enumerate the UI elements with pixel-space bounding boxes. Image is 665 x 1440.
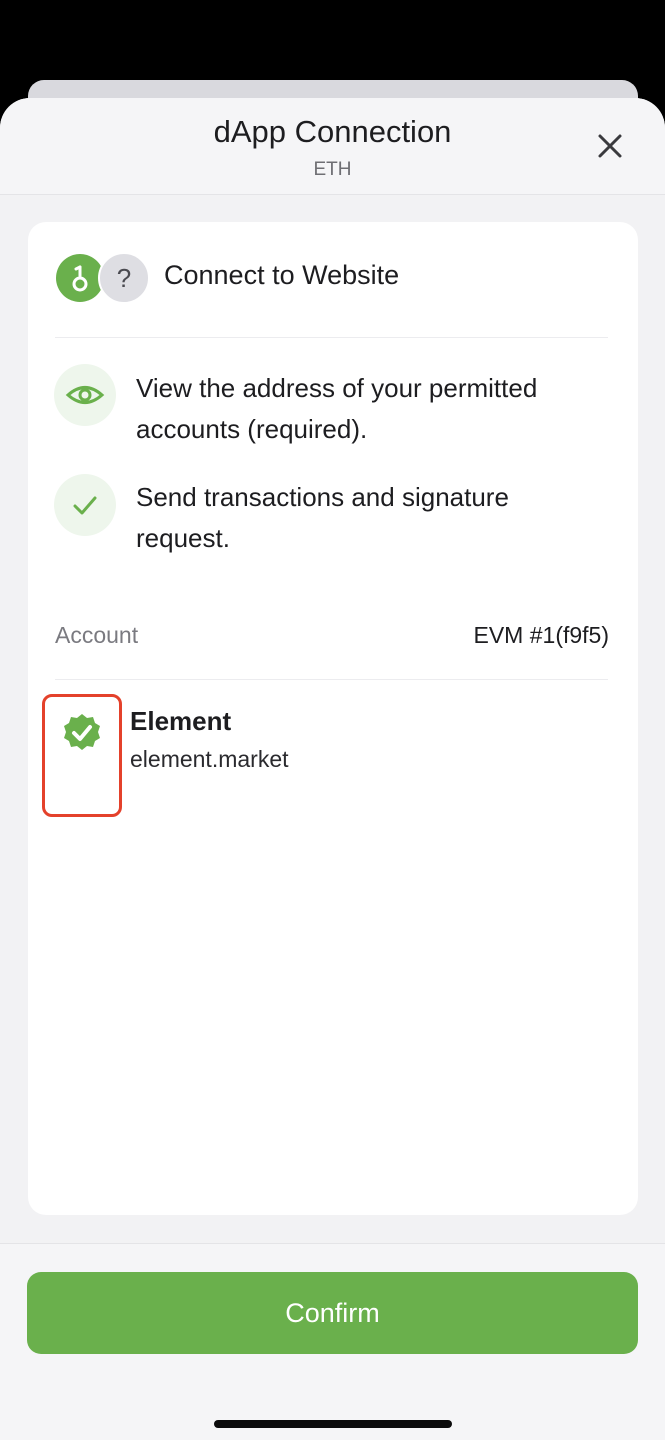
permission-line: accounts (required). <box>136 414 368 444</box>
permission-line: View the address of your permitted <box>136 373 538 403</box>
site-checkbox[interactable] <box>42 694 122 817</box>
dapp-connection-sheet: dApp Connection ETH ? Connect to Website… <box>0 98 665 1440</box>
site-logo-icon <box>56 254 104 302</box>
close-icon <box>598 134 622 158</box>
sheet-footer: Confirm <box>0 1243 665 1440</box>
divider <box>55 337 608 338</box>
account-label: Account <box>55 622 139 648</box>
page-title: dApp Connection <box>213 114 452 149</box>
permission-send-transactions: Send transactions and signature request. <box>136 477 606 559</box>
question-mark-glyph: ? <box>117 263 131 293</box>
eye-icon <box>54 364 116 426</box>
home-indicator <box>214 1420 452 1428</box>
network-label: ETH <box>313 159 352 180</box>
sheet-header: dApp Connection ETH <box>0 98 665 195</box>
site-item[interactable]: Element element.market <box>42 694 622 819</box>
unknown-site-icon: ? <box>98 252 150 304</box>
site-icons: ? <box>56 252 156 304</box>
site-name: Element <box>130 706 232 736</box>
close-button[interactable] <box>590 126 630 166</box>
account-selector[interactable]: EVM #1(f9f5) <box>474 622 610 649</box>
divider <box>55 679 608 680</box>
permission-view-address: View the address of your permitted accou… <box>136 368 606 450</box>
permission-line: request. <box>136 523 230 553</box>
confirm-button[interactable]: Confirm <box>27 1272 638 1354</box>
connection-card: ? Connect to Website View the address of… <box>28 222 638 1215</box>
site-url: element.market <box>130 746 289 772</box>
check-icon <box>54 474 116 536</box>
permission-line: Send transactions and signature <box>136 482 509 512</box>
checked-badge-icon <box>64 714 100 750</box>
section-title: Connect to Website <box>164 260 400 290</box>
